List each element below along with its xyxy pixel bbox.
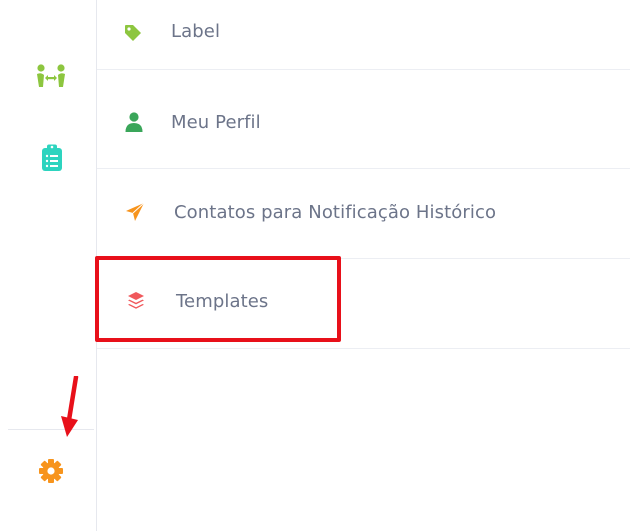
menu-item-contatos-notificacao-text: Contatos para Notificação Histórico bbox=[174, 202, 497, 223]
screenshot-page: Label Meu Perfil Contatos para Notificaç… bbox=[0, 0, 630, 531]
menu-item-label-text: Label bbox=[171, 21, 221, 42]
icon-sidebar bbox=[0, 0, 97, 531]
menu-item-templates-text: Templates bbox=[176, 291, 269, 312]
menu-item-meu-perfil[interactable]: Meu Perfil bbox=[97, 79, 630, 169]
paper-plane-icon bbox=[125, 202, 145, 226]
clipboard-list-icon[interactable] bbox=[41, 144, 63, 172]
gear-icon[interactable] bbox=[38, 458, 64, 484]
layers-icon bbox=[127, 291, 145, 315]
menu-item-contatos-notificacao[interactable]: Contatos para Notificação Histórico bbox=[97, 169, 630, 259]
tag-icon bbox=[124, 24, 142, 46]
user-icon bbox=[125, 112, 143, 136]
menu-item-meu-perfil-text: Meu Perfil bbox=[171, 112, 261, 133]
menu-item-label[interactable]: Label bbox=[97, 0, 630, 70]
sidebar-divider bbox=[8, 429, 94, 430]
menu-item-templates[interactable]: Templates bbox=[97, 259, 630, 349]
people-connect-icon[interactable] bbox=[34, 63, 68, 91]
